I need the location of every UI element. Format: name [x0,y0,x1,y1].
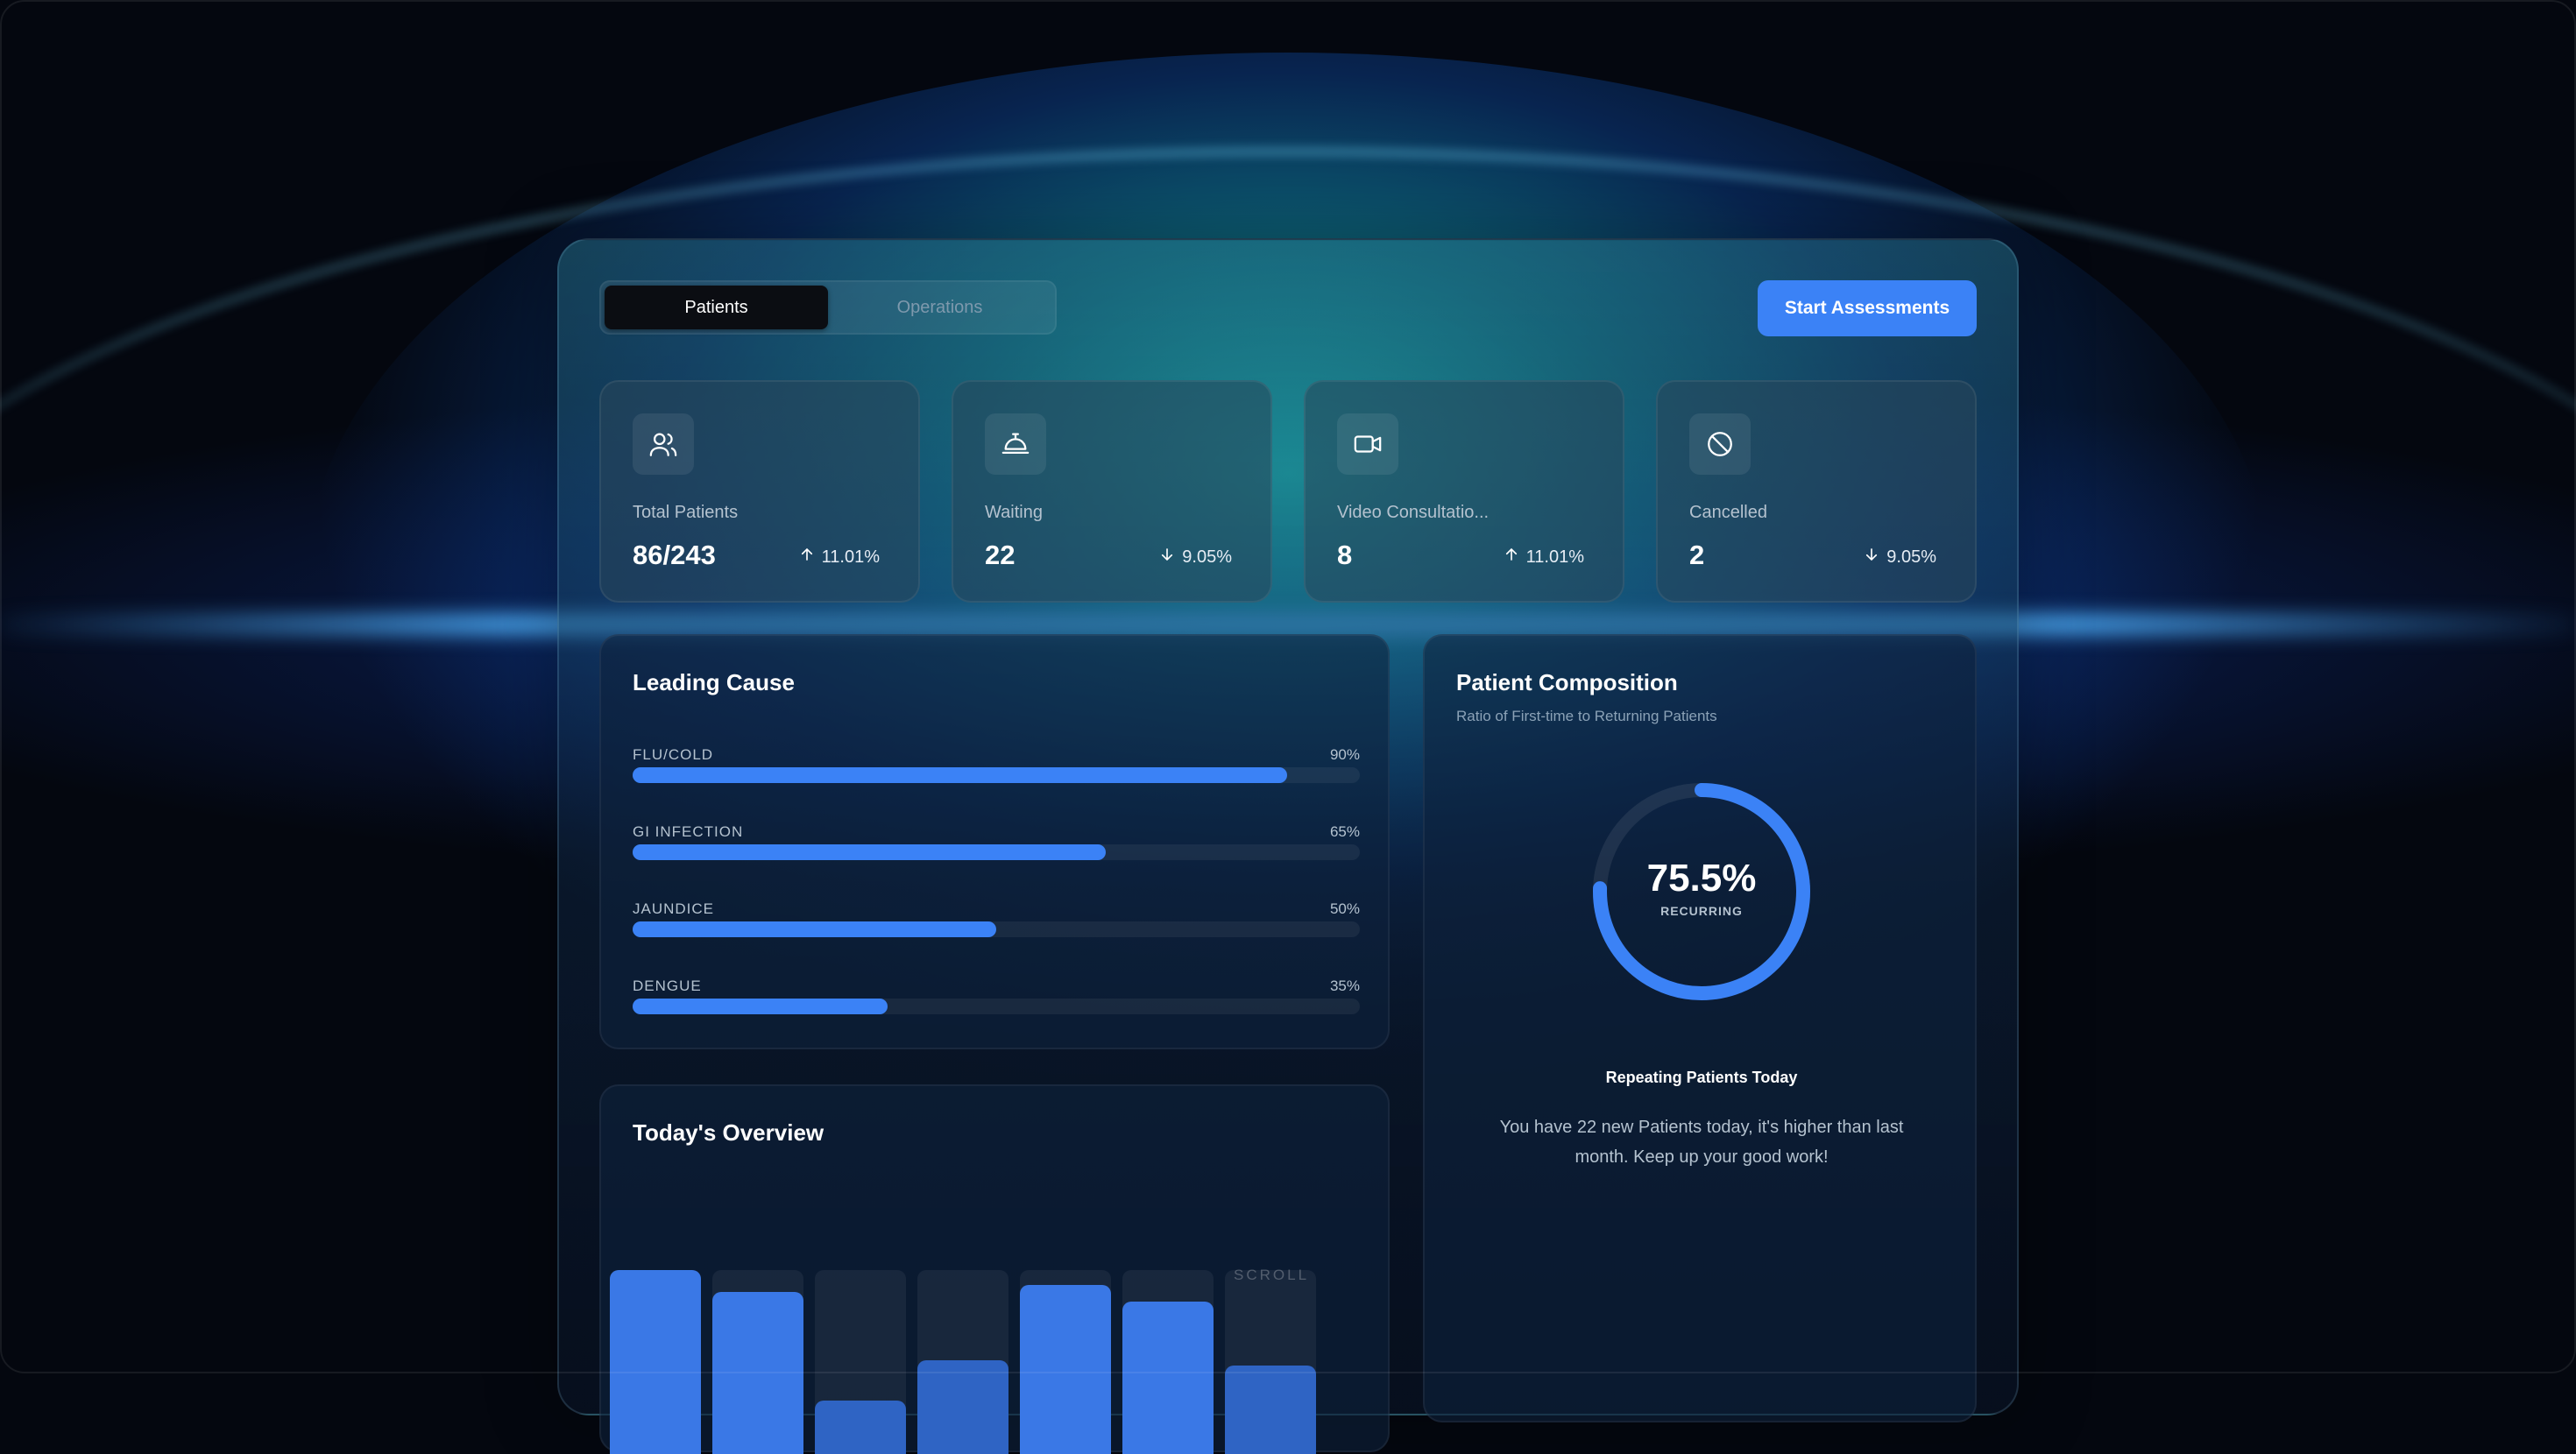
overview-bar[interactable] [1225,1366,1316,1454]
cause-name: DENGUE [633,978,702,994]
cause-value: 35% [1329,978,1360,994]
cause-name: JAUNDICE [633,900,715,917]
stat-value: 2 [1689,540,1705,570]
stat-card-video-consultations[interactable]: Video Consultatio... 8 11.01% [1304,380,1624,603]
cause-row-dengue: DENGUE 35% [633,978,1360,1030]
leading-cause-card: Leading Cause FLU/COLD 90% GI INFECTION … [599,634,1390,1049]
overview-bar[interactable] [610,1270,701,1454]
overview-bar-chart[interactable]: SCROLL [599,1191,1316,1454]
progress-track [633,844,1360,860]
cause-row-jaundice: JAUNDICE 50% [633,900,1360,953]
bell-icon [985,413,1046,475]
overview-bar-track [610,1270,701,1454]
stat-label: Waiting [985,503,1043,522]
overview-bar[interactable] [917,1360,1008,1454]
scroll-hint: SCROLL [1234,1267,1310,1283]
stats-row: Total Patients 86/243 11.01% Waiting 22 [599,380,1977,603]
tab-operations[interactable]: Operations [828,286,1051,329]
cause-value: 90% [1329,746,1360,763]
overview-bar-track [917,1270,1008,1454]
stat-change-value: 11.01% [1525,547,1584,567]
stat-change-value: 9.05% [1182,547,1232,567]
progress-track [633,999,1360,1014]
stat-change-value: 11.01% [821,547,880,567]
stat-card-waiting[interactable]: Waiting 22 9.05% [952,380,1272,603]
dashboard-panel: Patients Operations Start Assessments To… [557,238,2019,1454]
stat-value: 8 [1337,540,1353,570]
repeat-text: You have 22 new Patients today, it's hig… [1499,1118,1904,1167]
arrow-up-icon [799,547,815,568]
tab-patients[interactable]: Patients [605,286,828,329]
donut-chart: 75.5% RECURRING [1589,780,1814,1004]
overview-bar-track [1020,1270,1111,1454]
cause-row-gi-infection: GI INFECTION 65% [633,823,1360,876]
overview-bar[interactable] [1020,1285,1111,1454]
donut-value: 75.5% [1646,857,1757,900]
stat-change-value: 9.05% [1886,547,1936,567]
card-title: Patient Composition [1456,669,1678,695]
progress-fill [633,999,888,1014]
progress-track [633,767,1360,783]
patient-composition-card: Patient Composition Ratio of First-time … [1423,634,1977,1422]
stat-label: Video Consultatio... [1337,503,1490,522]
overview-bar-track [815,1270,906,1454]
card-subtitle: Ratio of First-time to Returning Patient… [1456,708,1717,724]
tab-switcher: Patients Operations [599,280,1057,335]
stat-change: 9.05% [1864,547,1936,568]
progress-fill [633,767,1287,783]
progress-fill [633,844,1106,860]
cause-value: 65% [1329,823,1360,840]
cause-row-flu-cold: FLU/COLD 90% [633,746,1360,799]
progress-fill [633,921,996,937]
card-title: Today's Overview [633,1119,824,1146]
arrow-down-icon [1159,547,1175,568]
overview-bar-track [712,1270,803,1454]
stat-label: Total Patients [633,503,739,522]
ban-icon [1689,413,1751,475]
stat-label: Cancelled [1689,503,1767,522]
arrow-down-icon [1864,547,1879,568]
stat-value: 86/243 [633,540,716,570]
cause-name: GI INFECTION [633,823,744,840]
arrow-up-icon [1504,547,1519,568]
stat-change: 11.01% [799,547,880,568]
stat-card-total-patients[interactable]: Total Patients 86/243 11.01% [599,380,920,603]
users-icon [633,413,694,475]
overview-bar-track [1122,1270,1214,1454]
overview-bar[interactable] [1122,1302,1214,1454]
cause-name: FLU/COLD [633,746,714,763]
progress-track [633,921,1360,937]
overview-bar-track [1225,1270,1316,1454]
donut-label: RECURRING [1660,904,1743,918]
repeat-title: Repeating Patients Today [1605,1069,1798,1086]
video-icon [1337,413,1398,475]
card-title: Leading Cause [633,669,795,695]
stat-change: 11.01% [1504,547,1584,568]
overview-bar[interactable] [815,1401,906,1454]
stat-value: 22 [985,540,1016,570]
start-assessments-button[interactable]: Start Assessments [1758,280,1977,336]
stat-card-cancelled[interactable]: Cancelled 2 9.05% [1656,380,1977,603]
stat-change: 9.05% [1159,547,1232,568]
cause-value: 50% [1329,900,1360,917]
